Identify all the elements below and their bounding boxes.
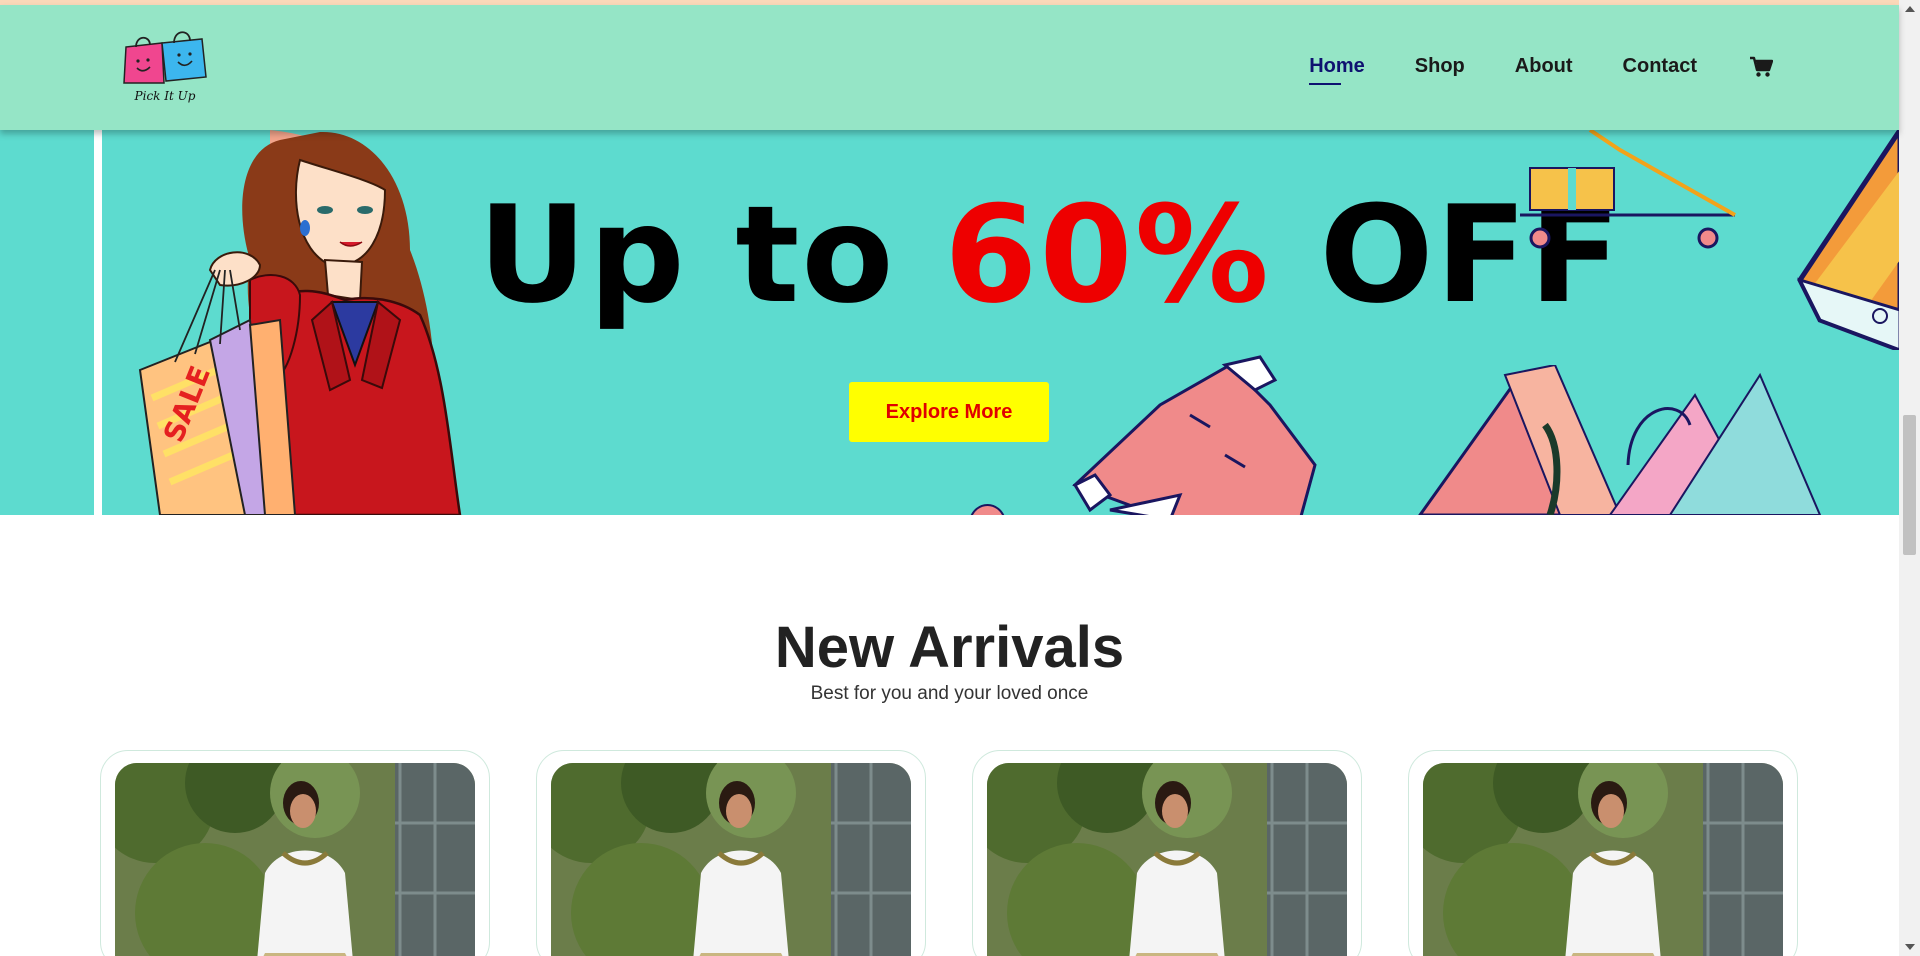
product-card[interactable] xyxy=(100,750,490,956)
product-photo-woman-image xyxy=(1423,763,1783,956)
product-image[interactable] xyxy=(551,763,911,956)
scrollbar-thumb[interactable] xyxy=(1903,415,1916,555)
scroll-down-arrow-icon[interactable] xyxy=(1905,944,1915,950)
jacket-illustration xyxy=(1072,355,1317,515)
new-arrivals-title: New Arrivals xyxy=(774,615,1125,680)
site-header: Pick It Up Home Shop About Contact xyxy=(0,5,1899,130)
product-image[interactable] xyxy=(987,763,1347,956)
shopping-bags-illustration xyxy=(1418,365,1822,515)
product-card[interactable] xyxy=(536,750,926,956)
nav-shop-link[interactable]: Shop xyxy=(1415,55,1465,78)
product-photo-woman-image xyxy=(987,763,1347,956)
scroll-up-arrow-icon[interactable] xyxy=(1905,6,1915,12)
product-card[interactable] xyxy=(1408,750,1798,956)
nav-contact-link[interactable]: Contact xyxy=(1623,55,1697,78)
nav-about-link[interactable]: About xyxy=(1515,55,1573,78)
nav-home-link[interactable]: Home xyxy=(1309,55,1365,85)
shopping-cart-icon[interactable] xyxy=(1749,56,1773,78)
brand-name: Pick It Up xyxy=(134,89,196,103)
product-card[interactable] xyxy=(972,750,1362,956)
headline-highlight: 60% xyxy=(944,177,1271,333)
product-photo-woman-image xyxy=(551,763,911,956)
hanger-illustration xyxy=(970,504,1005,515)
headline-part1: Up to xyxy=(478,177,896,333)
woman-shopping-illustration: SALE xyxy=(138,130,462,515)
product-image[interactable] xyxy=(115,763,475,956)
brand-logo[interactable]: Pick It Up xyxy=(122,29,212,109)
hero-headline: Up to 60% OFF xyxy=(478,188,1623,322)
explore-more-button[interactable]: Explore More xyxy=(849,382,1049,442)
new-arrivals-subtitle: Best for you and your loved once xyxy=(810,683,1089,704)
hero-banner: SALE Up to 60% OFF Explore More xyxy=(0,130,1899,515)
main-nav: Home Shop About Contact xyxy=(1259,55,1773,85)
product-photo-woman-image xyxy=(115,763,475,956)
phone-illustration xyxy=(1797,130,1899,350)
page-scrollbar[interactable] xyxy=(1899,0,1920,956)
product-image[interactable] xyxy=(1423,763,1783,956)
shopping-bags-logo-icon xyxy=(123,31,207,84)
shopping-cart-illustration xyxy=(1520,130,1736,249)
